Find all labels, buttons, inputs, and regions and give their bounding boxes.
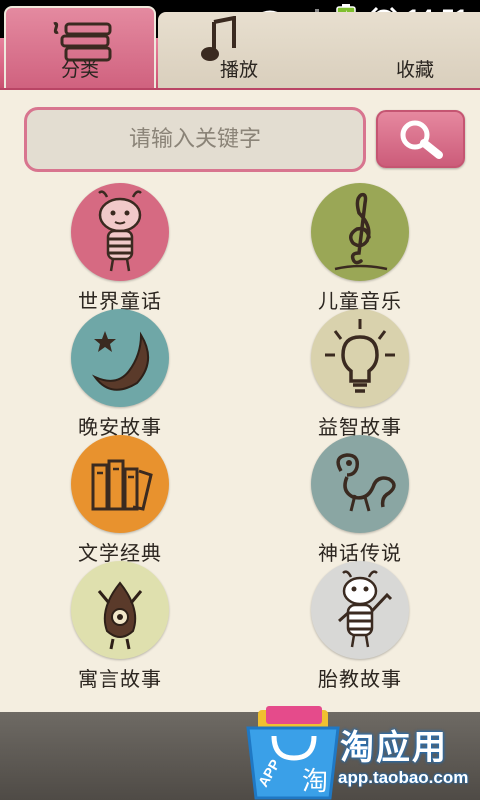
tab-play[interactable]: 播放 [170, 12, 320, 88]
bee-waving-icon [311, 561, 409, 659]
search-button[interactable] [376, 110, 465, 168]
moon-star-icon [71, 309, 169, 407]
category-fables[interactable]: 寓言故事 [20, 561, 220, 691]
search-input[interactable] [24, 107, 366, 172]
tab-label: 播放 [220, 59, 259, 81]
one-eyed-creature-icon [71, 561, 169, 659]
category-children-music[interactable]: 儿童音乐 [260, 183, 460, 313]
ad-bag-char: 淘 [302, 767, 328, 797]
category-literary-classics[interactable]: 文学经典 [20, 435, 220, 565]
lightbulb-icon [311, 309, 409, 407]
tab-label: 收藏 [395, 59, 434, 81]
category-myths-legends[interactable]: 神话传说 [260, 435, 460, 565]
category-label: 寓言故事 [78, 667, 162, 691]
tab-categories[interactable]: 分类 [4, 6, 156, 88]
ad-title[interactable]: 淘应用 [340, 720, 448, 769]
ad-url[interactable]: app.taobao.com [338, 768, 468, 788]
magnifier-icon [400, 120, 443, 159]
tab-label: 分类 [60, 59, 99, 81]
phoenix-icon [311, 435, 409, 533]
category-goodnight-stories[interactable]: 晚安故事 [20, 309, 220, 439]
category-world-fairy-tales[interactable]: 世界童话 [20, 183, 220, 313]
category-label: 胎教故事 [318, 667, 402, 691]
bee-character-icon [71, 183, 169, 281]
shopping-bag-icon: APP 淘 [246, 706, 340, 800]
category-prenatal-stories[interactable]: 胎教故事 [260, 561, 460, 691]
tab-favorites[interactable]: 收藏 [330, 12, 480, 88]
books-icon [71, 435, 169, 533]
treble-clef-icon [311, 183, 409, 281]
category-puzzle-stories[interactable]: 益智故事 [260, 309, 460, 439]
